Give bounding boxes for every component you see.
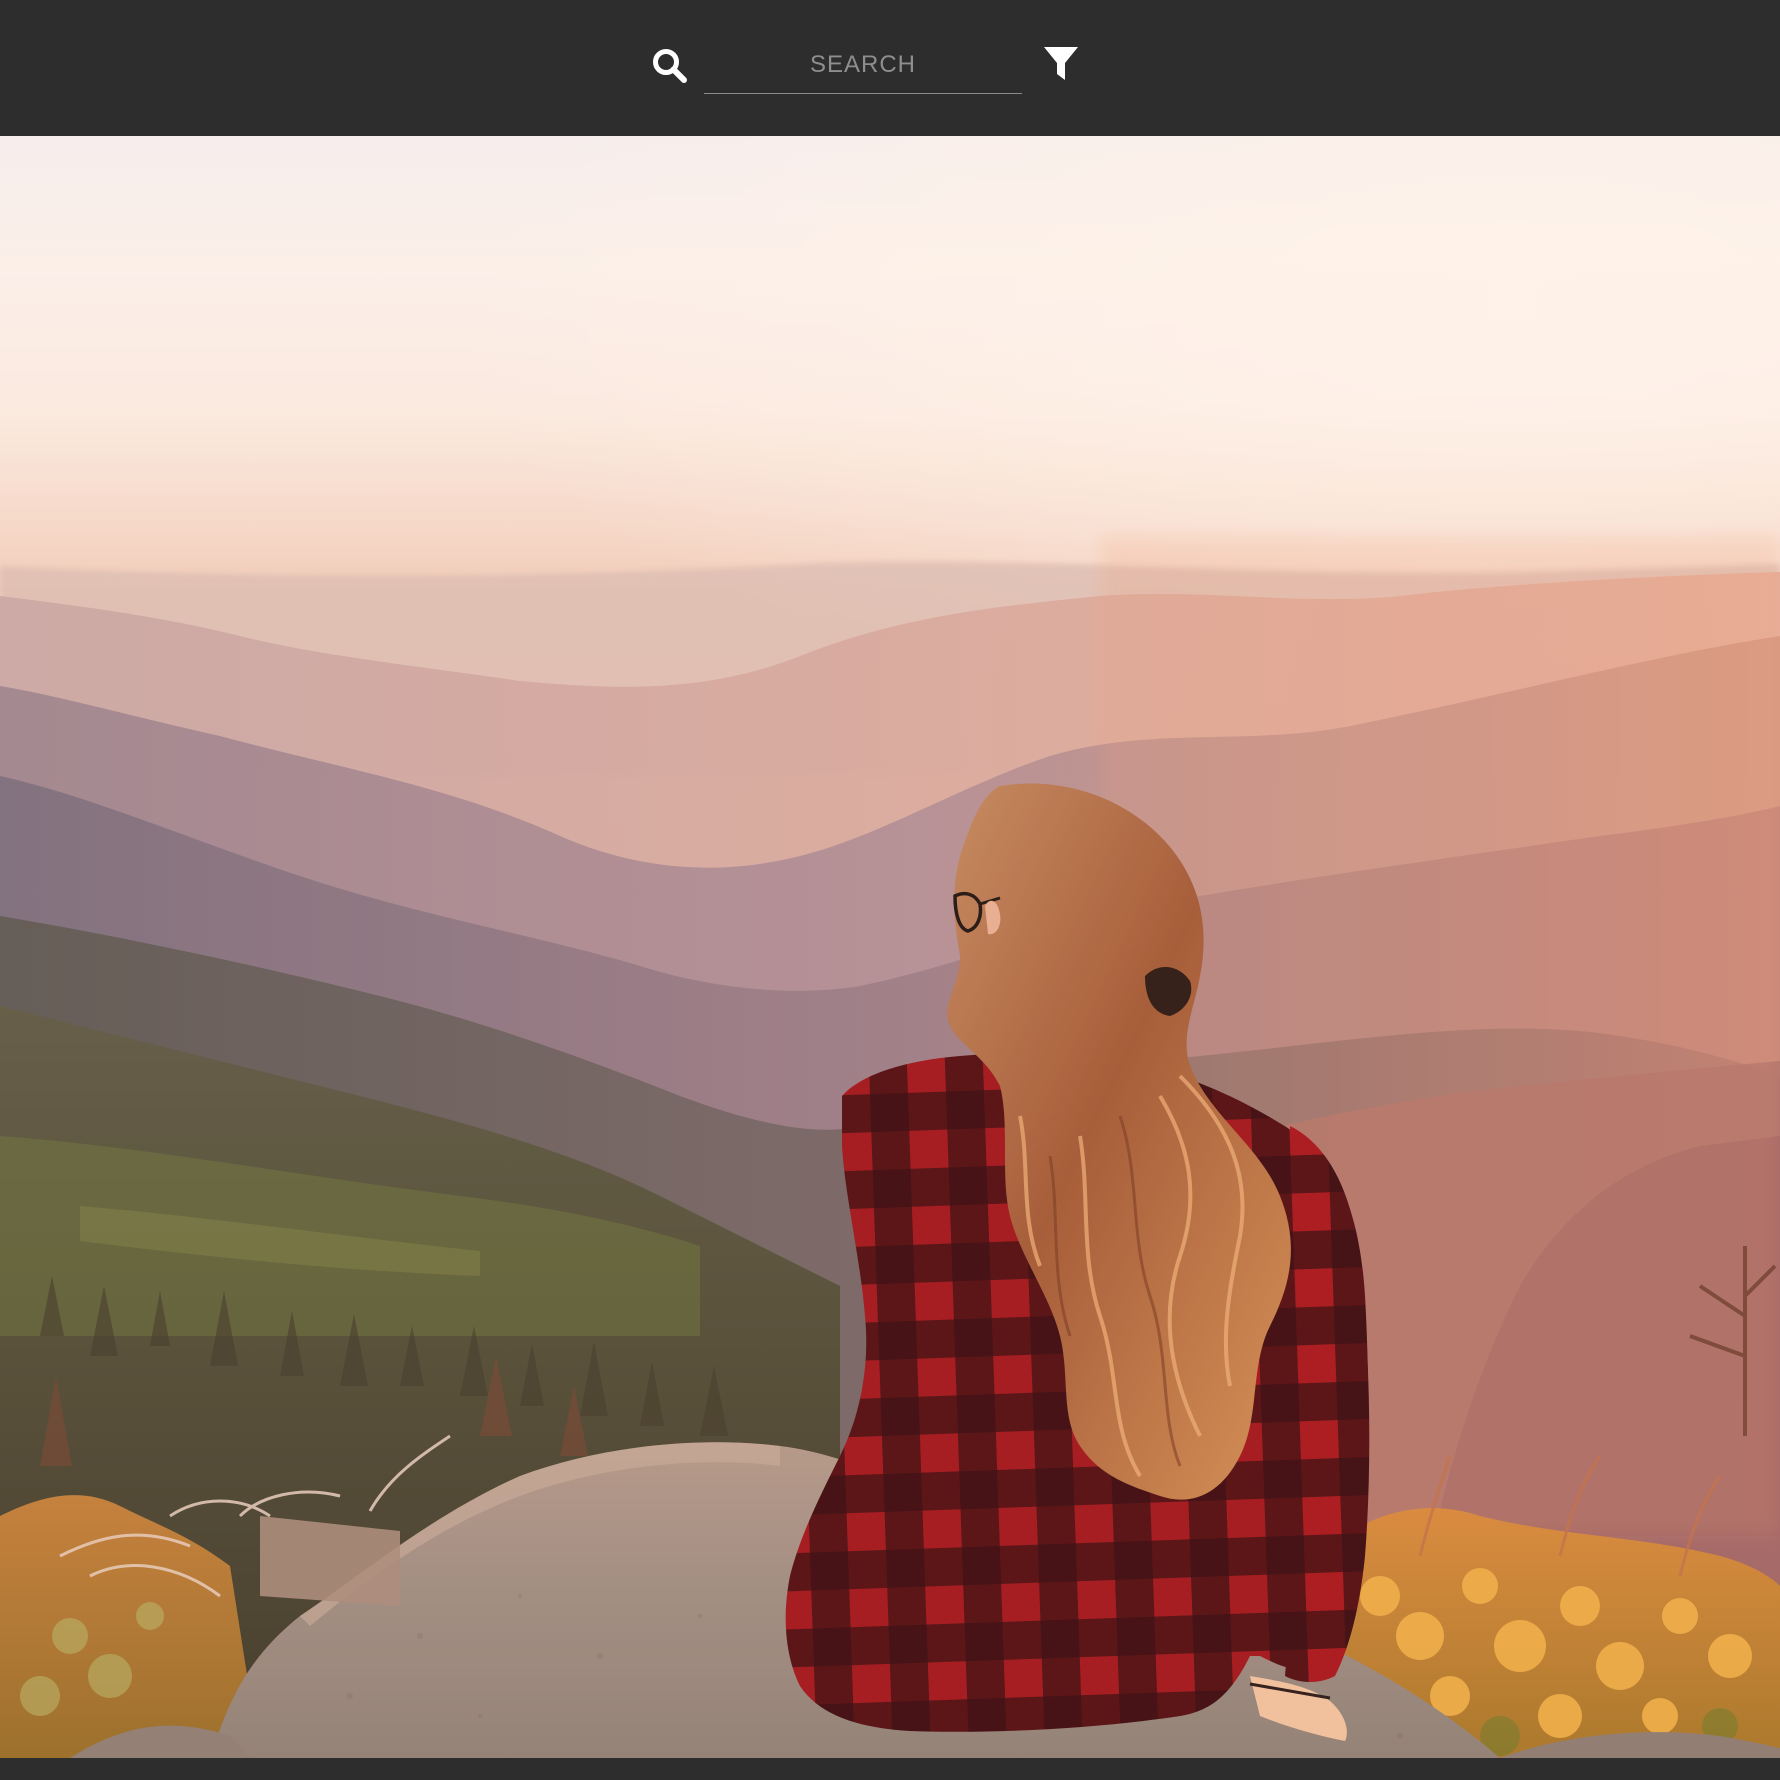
photo-illustration bbox=[0, 136, 1780, 1758]
top-toolbar bbox=[0, 0, 1780, 135]
search-input[interactable] bbox=[704, 36, 1022, 94]
search-icon[interactable] bbox=[650, 46, 690, 86]
bottom-bar bbox=[0, 1758, 1780, 1780]
search-bar bbox=[640, 36, 1090, 96]
photo-woman-overlooking-mountains[interactable] bbox=[0, 136, 1780, 1758]
filter-icon[interactable] bbox=[1042, 44, 1080, 84]
